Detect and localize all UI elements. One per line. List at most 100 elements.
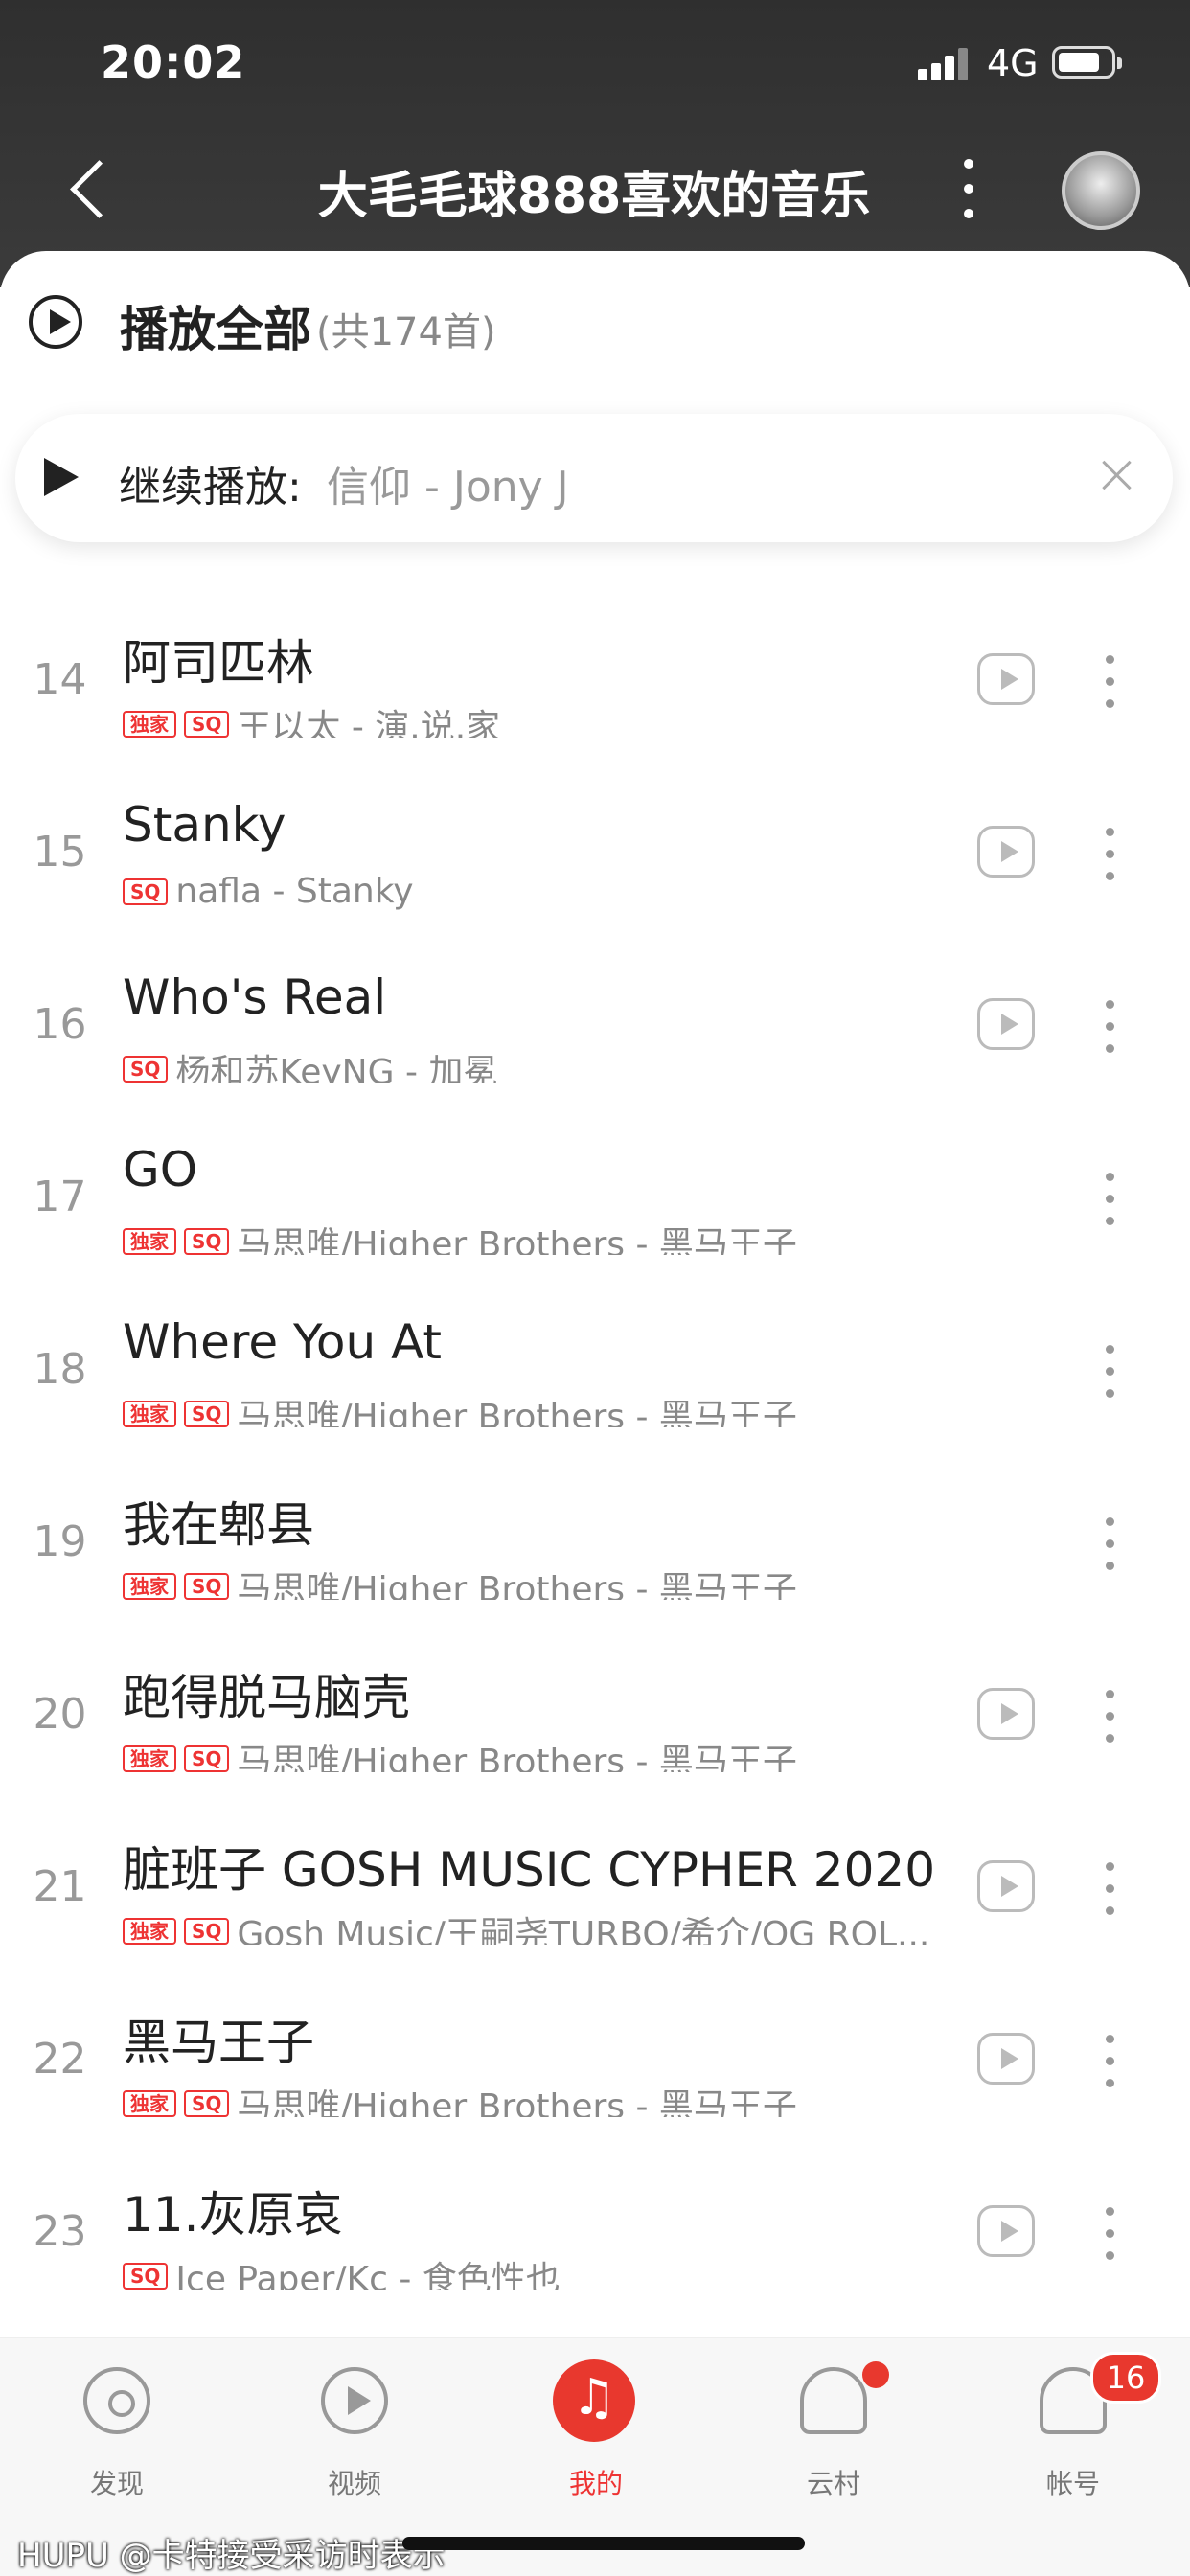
quality-badge: SQ (184, 711, 230, 738)
continue-song: 信仰 - Jony J (327, 463, 569, 512)
song-title: 阿司匹林 (123, 635, 314, 691)
tab-account[interactable]: 16 帐号 (1006, 2352, 1161, 2520)
song-more-icon[interactable] (1100, 998, 1119, 1056)
quality-badge: SQ (184, 1745, 230, 1772)
track-number: 20 (33, 1690, 87, 1739)
back-icon[interactable] (67, 155, 109, 222)
song-meta: 独家 SQ 马思唯/Higher Brothers - 黑马王子 (123, 1562, 947, 1600)
tab-label: 发现 (89, 2468, 144, 2499)
continue-playing-bar[interactable]: 继续播放: 信仰 - Jony J (15, 414, 1173, 542)
play-icon (44, 458, 79, 496)
notification-badge: 16 (1090, 2352, 1161, 2404)
song-more-icon[interactable] (1100, 1516, 1119, 1573)
signal-icon (918, 46, 975, 80)
watermark: HUPU @卡特接受采访时表示 (17, 2537, 446, 2575)
song-more-icon[interactable] (1100, 826, 1119, 883)
cloud-village-icon (800, 2367, 867, 2434)
song-artist-album: Gosh Music/王嗣尧TURBO/希介/OG ROL... (237, 1915, 930, 1945)
tab-label: 云村 (806, 2468, 860, 2499)
song-more-icon[interactable] (1100, 1688, 1119, 1745)
song-artist-album: 马思唯/Higher Brothers - 黑马王子 (237, 1225, 797, 1255)
quality-badge: 独家 (123, 1573, 176, 1600)
top-header: 20:02 4G 大毛毛球888喜欢的音乐 (0, 0, 1190, 287)
song-meta: 独家 SQ 马思唯/Higher Brothers - 黑马王子 (123, 1389, 947, 1427)
song-more-icon[interactable] (1100, 1171, 1119, 1228)
song-artist-album: 马思唯/Higher Brothers - 黑马王子 (237, 2087, 797, 2117)
song-title: 11.灰原哀 (123, 2187, 343, 2243)
continue-label: 继续播放: (119, 463, 302, 512)
track-number: 15 (33, 828, 87, 877)
song-row[interactable]: 16 Who's Real SQ 杨和苏KeyNG - 加冕 (0, 941, 1190, 1113)
mv-play-icon[interactable] (977, 653, 1035, 705)
mv-play-icon[interactable] (977, 1860, 1035, 1912)
song-row[interactable]: 23 11.灰原哀 SQ Ice Paper/Kc - 食色性也 (0, 2148, 1190, 2320)
song-artist-album: 王以太 - 演.说.家 (237, 708, 501, 738)
song-row[interactable]: 18 Where You At 独家 SQ 马思唯/Higher Brothers … (0, 1286, 1190, 1458)
quality-badge: SQ (123, 878, 169, 905)
page-title: 大毛毛球888喜欢的音乐 (317, 168, 871, 225)
battery-icon (1052, 46, 1122, 79)
song-row[interactable]: 22 黑马王子 独家 SQ 马思唯/Higher Brothers - 黑马王子 (0, 1975, 1190, 2148)
song-artist-album: 马思唯/Higher Brothers - 黑马王子 (237, 1398, 797, 1427)
song-title: Stanky (123, 797, 286, 853)
song-more-icon[interactable] (1100, 2033, 1119, 2090)
song-more-icon[interactable] (1100, 1860, 1119, 1918)
play-circle-icon (29, 295, 82, 349)
mv-play-icon[interactable] (977, 1688, 1035, 1740)
song-title: 跑得脱马脑壳 (123, 1670, 410, 1725)
song-title: 黑马王子 (123, 2015, 314, 2070)
tab-discover[interactable]: 发现 (50, 2358, 184, 2520)
quality-badge: 独家 (123, 711, 176, 738)
song-meta: SQ nafla - Stanky (123, 872, 947, 910)
tab-label: 我的 (568, 2468, 623, 2499)
more-options-icon[interactable] (954, 155, 983, 222)
mv-play-icon[interactable] (977, 826, 1035, 878)
notification-dot (862, 2361, 889, 2388)
status-time: 20:02 (101, 36, 246, 88)
song-title: Who's Real (123, 969, 387, 1025)
mv-play-icon[interactable] (977, 2205, 1035, 2257)
tab-video[interactable]: 视频 (287, 2358, 422, 2520)
song-meta: 独家 SQ Gosh Music/王嗣尧TURBO/希介/OG ROL... (123, 1906, 947, 1945)
status-bar: 20:02 4G (0, 0, 1190, 125)
song-row[interactable]: 20 跑得脱马脑壳 独家 SQ 马思唯/Higher Brothers - 黑马王子 (0, 1630, 1190, 1803)
quality-badge: 独家 (123, 1745, 176, 1772)
quality-badge: SQ (184, 1918, 230, 1945)
close-icon[interactable] (1098, 456, 1136, 494)
song-meta: 独家 SQ 马思唯/Higher Brothers - 黑马王子 (123, 1734, 947, 1772)
song-more-icon[interactable] (1100, 653, 1119, 711)
playlist-card: 播放全部 (共174首) 继续播放: 信仰 - Jony J 14 阿司匹林 独… (0, 251, 1190, 2339)
song-meta: SQ Ice Paper/Kc - 食色性也 (123, 2251, 947, 2290)
play-all-button[interactable]: 播放全部 (共174首) (29, 289, 795, 366)
song-meta: 独家 SQ 马思唯/Higher Brothers - 黑马王子 (123, 2079, 947, 2117)
tab-label: 帐号 (1045, 2468, 1100, 2499)
song-row[interactable]: 14 阿司匹林 独家 SQ 王以太 - 演.说.家 (0, 596, 1190, 768)
network-type: 4G (987, 42, 1039, 84)
tab-cloud-village[interactable]: 云村 (767, 2358, 901, 2520)
song-artist-album: 杨和苏KeyNG - 加冕 (175, 1053, 498, 1083)
song-artist-album: 马思唯/Higher Brothers - 黑马王子 (237, 1570, 797, 1600)
track-number: 14 (33, 655, 87, 704)
discover-icon (83, 2367, 150, 2434)
song-meta: 独家 SQ 王以太 - 演.说.家 (123, 699, 947, 738)
song-row[interactable]: 17 GO 独家 SQ 马思唯/Higher Brothers - 黑马王子 (0, 1113, 1190, 1286)
track-number: 22 (33, 2035, 87, 2084)
mv-play-icon[interactable] (977, 998, 1035, 1050)
avatar[interactable] (1062, 151, 1140, 230)
song-meta: 独家 SQ 马思唯/Higher Brothers - 黑马王子 (123, 1217, 947, 1255)
song-more-icon[interactable] (1100, 1343, 1119, 1401)
home-indicator (402, 2537, 805, 2550)
tab-music-note[interactable]: 我的 (529, 2358, 663, 2520)
song-row[interactable]: 15 Stanky SQ nafla - Stanky (0, 768, 1190, 941)
song-more-icon[interactable] (1100, 2205, 1119, 2263)
song-row[interactable]: 19 我在郫县 独家 SQ 马思唯/Higher Brothers - 黑马王子 (0, 1458, 1190, 1630)
track-number: 18 (33, 1345, 87, 1394)
music-note-icon (553, 2359, 635, 2442)
tab-label: 视频 (327, 2468, 381, 2499)
song-row[interactable]: 21 脏班子 GOSH MUSIC CYPHER 2020 独家 SQ Gosh M… (0, 1803, 1190, 1975)
track-number: 17 (33, 1173, 87, 1221)
quality-badge: SQ (184, 1401, 230, 1427)
mv-play-icon[interactable] (977, 2033, 1035, 2085)
nav-bar: 大毛毛球888喜欢的音乐 (0, 134, 1190, 249)
quality-badge: 独家 (123, 1401, 176, 1427)
